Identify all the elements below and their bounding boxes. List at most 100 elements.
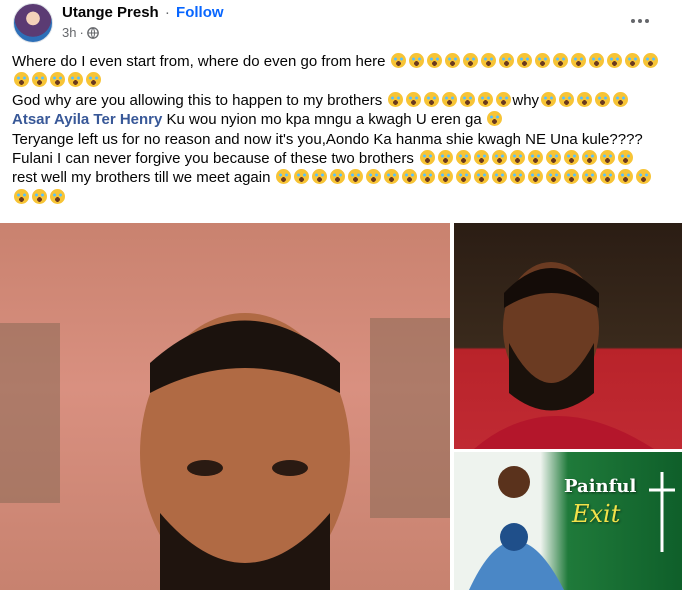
crying-face-icon (437, 149, 453, 165)
photo-bottom-right[interactable] (454, 452, 682, 590)
mention-link[interactable]: Atsar Ayila Ter Henry (12, 111, 162, 128)
crying-face-icon (438, 169, 454, 185)
crying-face-icon (499, 53, 515, 68)
crying-face-icon (419, 149, 435, 165)
crying-face-icon (441, 91, 457, 107)
post-line (12, 71, 672, 90)
crying-face-icon (423, 91, 439, 107)
crying-face-icon (600, 169, 616, 185)
crying-face-icon (67, 72, 83, 88)
crying-face-icon (553, 53, 569, 68)
photo-top-right[interactable] (454, 223, 682, 449)
crying-face-icon (402, 169, 418, 185)
post-line: Teryange left us for no reason and now i… (12, 130, 672, 149)
crying-face-icon (427, 53, 443, 68)
crying-face-icon (31, 188, 47, 204)
post-line: God why are you allowing this to happen … (12, 91, 672, 110)
separator-dot: · (164, 4, 170, 21)
crying-face-icon (643, 53, 659, 68)
crying-face-icon (589, 53, 605, 68)
crying-face-icon (571, 53, 587, 68)
crying-face-icon (563, 149, 579, 165)
post-line-text: Ku wou nyion mo kpa mngu a kwagh U eren … (162, 111, 486, 129)
crying-face-icon (517, 53, 533, 68)
crying-face-icon (473, 149, 489, 165)
crying-face-icon (527, 149, 543, 165)
post-line-text: rest well my brothers till we meet again (12, 169, 275, 187)
crying-face-icon (276, 169, 292, 185)
crying-face-icon (420, 169, 436, 185)
crying-face-icon (528, 169, 544, 185)
crying-face-icon (558, 91, 574, 107)
meta-separator: · (79, 25, 84, 40)
crying-face-icon (625, 53, 641, 68)
crying-face-icon (535, 53, 551, 68)
crying-face-icon (445, 53, 461, 68)
crying-face-icon (617, 149, 633, 165)
crying-face-icon (409, 53, 425, 68)
crying-face-icon (85, 72, 101, 88)
post-line: Where do I even start from, where do eve… (12, 52, 672, 71)
follow-button[interactable]: Follow (176, 4, 224, 21)
globe-icon (86, 26, 99, 39)
post-header: Utange Presh · Follow 3h · (0, 0, 682, 46)
author-line: Utange Presh · Follow (62, 4, 224, 21)
crying-face-icon (49, 72, 65, 88)
post-line: Atsar Ayila Ter Henry Ku wou nyion mo kp… (12, 110, 672, 129)
crying-face-icon (492, 169, 508, 185)
author-avatar[interactable] (13, 3, 53, 43)
crying-face-icon (599, 149, 615, 165)
post-line: Fulani I can never forgive you because o… (12, 149, 672, 168)
photo-main[interactable] (0, 223, 450, 590)
crying-face-icon (636, 169, 652, 185)
crying-face-icon (510, 169, 526, 185)
post-line: rest well my brothers till we meet again (12, 168, 672, 187)
crying-face-icon (618, 169, 634, 185)
crying-face-icon (13, 188, 29, 204)
photo-grid (0, 223, 682, 590)
more-options-icon[interactable] (628, 9, 652, 33)
post-line-text: God why are you allowing this to happen … (12, 91, 387, 109)
crying-face-icon (31, 72, 47, 88)
crying-face-icon (581, 149, 597, 165)
crying-face-icon (391, 53, 407, 68)
post-line-suffix: why (512, 91, 540, 109)
crying-face-icon (312, 169, 328, 185)
post-line-text: Where do I even start from, where do eve… (12, 53, 390, 70)
post-meta: 3h · (62, 25, 99, 40)
crying-face-icon (546, 169, 562, 185)
crying-face-icon (384, 169, 400, 185)
crying-face-icon (455, 149, 471, 165)
crying-face-icon (456, 169, 472, 185)
crying-face-icon (366, 169, 382, 185)
crying-face-icon (491, 149, 507, 165)
crying-face-icon (49, 188, 65, 204)
crying-face-icon (477, 91, 493, 107)
crying-face-icon (463, 53, 479, 68)
crying-face-icon (330, 169, 346, 185)
photo-caption-exit: Exit (572, 500, 621, 528)
crying-face-icon (487, 111, 503, 127)
crying-face-icon (564, 169, 580, 185)
post-line (12, 188, 672, 207)
crying-face-icon (582, 169, 598, 185)
crying-face-icon (13, 72, 29, 88)
crying-face-icon (612, 91, 628, 107)
post-line-text: Teryange left us for no reason and now i… (12, 130, 643, 148)
post-text: Where do I even start from, where do eve… (12, 52, 672, 207)
crying-face-icon (474, 169, 490, 185)
crying-face-icon (540, 91, 556, 107)
crying-face-icon (481, 53, 497, 68)
photo-caption-painful: Painful (564, 476, 637, 497)
crying-face-icon (594, 91, 610, 107)
crying-face-icon (459, 91, 475, 107)
crying-face-icon (509, 149, 525, 165)
crying-face-icon (495, 91, 511, 107)
post-timestamp[interactable]: 3h (62, 25, 76, 40)
crying-face-icon (405, 91, 421, 107)
crying-face-icon (294, 169, 310, 185)
crying-face-icon (387, 91, 403, 107)
crying-face-icon (348, 169, 364, 185)
author-name[interactable]: Utange Presh (62, 4, 159, 21)
crying-face-icon (576, 91, 592, 107)
